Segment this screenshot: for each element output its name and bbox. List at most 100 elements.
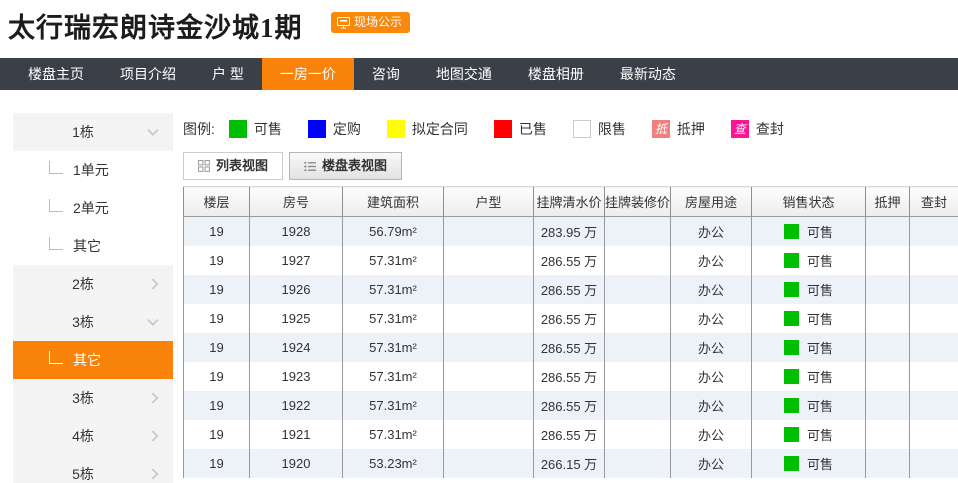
restricted-swatch bbox=[572, 120, 591, 138]
view-tabs: 列表视图 楼盘表视图 bbox=[183, 152, 958, 181]
nav-item-consult[interactable]: 咨询 bbox=[354, 58, 418, 90]
status-swatch bbox=[783, 397, 799, 413]
status-label: 可售 bbox=[806, 427, 833, 443]
chevron-down-icon bbox=[147, 124, 159, 137]
cell-seizure bbox=[909, 216, 958, 246]
status-label: 可售 bbox=[806, 282, 833, 298]
unit-price-table: 楼层 房号 建筑面积 户型 挂牌清水价 挂牌装修价 房屋用途 销售状态 抵押 查… bbox=[183, 186, 958, 478]
sidebar-item-other-selected[interactable]: 其它 bbox=[13, 341, 173, 379]
sidebar-item-building-5[interactable]: 5栋 bbox=[13, 455, 173, 483]
seizure-swatch: 查 bbox=[730, 120, 749, 138]
cell-room: 1924 bbox=[249, 332, 343, 362]
cell-mortgage bbox=[865, 419, 910, 449]
cell-unit-type bbox=[443, 303, 534, 333]
cell-sale-status: 可售 bbox=[751, 245, 866, 275]
cell-usage: 办公 bbox=[670, 303, 752, 333]
table-row: 19 1922 57.31m² 286.55 万 办公 可售 bbox=[183, 390, 958, 420]
cell-mortgage bbox=[865, 390, 910, 420]
nav-item-home[interactable]: 楼盘主页 bbox=[10, 58, 102, 90]
sidebar-item-label: 5栋 bbox=[72, 466, 94, 482]
sidebar-item-label: 2单元 bbox=[73, 200, 109, 216]
cell-seizure bbox=[909, 274, 958, 304]
sold-swatch bbox=[493, 120, 512, 138]
monitor-icon bbox=[337, 16, 350, 28]
cell-floor: 19 bbox=[183, 390, 250, 420]
status-swatch bbox=[783, 252, 799, 268]
sidebar-item-building-4[interactable]: 4栋 bbox=[13, 417, 173, 455]
cell-room: 1920 bbox=[249, 448, 343, 478]
table-row: 19 1927 57.31m² 286.55 万 办公 可售 bbox=[183, 245, 958, 275]
legend-label: 限售 bbox=[597, 121, 626, 137]
sidebar-item-label: 4栋 bbox=[72, 428, 94, 444]
cell-usage: 办公 bbox=[670, 390, 752, 420]
legend-label: 查封 bbox=[755, 121, 784, 137]
list-view-icon bbox=[304, 161, 317, 171]
cell-sale-status: 可售 bbox=[751, 448, 866, 478]
cell-base-price: 286.55 万 bbox=[533, 274, 605, 304]
tab-building-table-view[interactable]: 楼盘表视图 bbox=[289, 152, 403, 180]
legend-item-restricted: 限售 bbox=[572, 119, 626, 139]
cell-area: 56.79m² bbox=[342, 216, 444, 246]
sidebar-item-other-1[interactable]: 其它 bbox=[13, 227, 173, 265]
nav-item-price-per-unit[interactable]: 一房一价 bbox=[261, 58, 354, 90]
table-row: 19 1923 57.31m² 286.55 万 办公 可售 bbox=[183, 361, 958, 391]
nav-item-latest-news[interactable]: 最新动态 bbox=[602, 58, 694, 90]
col-area: 建筑面积 bbox=[342, 186, 444, 217]
tab-label: 列表视图 bbox=[216, 158, 269, 173]
nav-item-photo-album[interactable]: 楼盘相册 bbox=[510, 58, 602, 90]
main-content: 图例: 可售 定购 拟定合同 已售 限售 抵 抵押 查 查封 列表视图 楼盘表视… bbox=[183, 113, 958, 478]
tab-list-view[interactable]: 列表视图 bbox=[183, 152, 284, 180]
onsite-notice-badge[interactable]: 现场公示 bbox=[331, 12, 411, 33]
col-usage: 房屋用途 bbox=[670, 186, 752, 217]
sidebar-item-building-2[interactable]: 2栋 bbox=[13, 265, 173, 303]
cell-deco-price bbox=[604, 303, 671, 333]
status-label: 可售 bbox=[806, 253, 833, 269]
sidebar-item-building-3b[interactable]: 3栋 bbox=[13, 379, 173, 417]
cell-seizure bbox=[909, 390, 958, 420]
sidebar-item-label: 1单元 bbox=[73, 162, 109, 178]
cell-mortgage bbox=[865, 303, 910, 333]
cell-base-price: 283.95 万 bbox=[533, 216, 605, 246]
legend-item-sold: 已售 bbox=[493, 119, 547, 139]
cell-floor: 19 bbox=[183, 245, 250, 275]
sidebar-item-unit-2[interactable]: 2单元 bbox=[13, 189, 173, 227]
cell-usage: 办公 bbox=[670, 332, 752, 362]
cell-floor: 19 bbox=[183, 216, 250, 246]
cell-mortgage bbox=[865, 332, 910, 362]
sidebar-item-label: 其它 bbox=[73, 352, 101, 368]
nav-item-project-intro[interactable]: 项目介绍 bbox=[102, 58, 194, 90]
table-row: 19 1928 56.79m² 283.95 万 办公 可售 bbox=[183, 216, 958, 246]
top-navigation: 楼盘主页 项目介绍 户 型 一房一价 咨询 地图交通 楼盘相册 最新动态 bbox=[0, 58, 958, 90]
status-label: 可售 bbox=[806, 311, 833, 327]
chevron-down-icon bbox=[147, 314, 159, 327]
status-swatch bbox=[783, 339, 799, 355]
legend-item-available: 可售 bbox=[228, 119, 282, 139]
col-base-price: 挂牌清水价 bbox=[533, 186, 605, 217]
chevron-right-icon bbox=[147, 468, 159, 480]
cell-sale-status: 可售 bbox=[751, 216, 866, 246]
cell-deco-price bbox=[604, 332, 671, 362]
building-tree-sidebar: 1栋 1单元 2单元 其它 2栋 3栋 其它 3栋 4栋 5栋 bbox=[13, 113, 173, 483]
status-swatch bbox=[783, 281, 799, 297]
legend-item-mortgaged: 抵 抵押 bbox=[651, 119, 705, 139]
table-row: 19 1920 53.23m² 266.15 万 办公 可售 bbox=[183, 448, 958, 478]
sidebar-item-label: 2栋 bbox=[72, 276, 94, 292]
status-swatch bbox=[783, 455, 799, 471]
sidebar-item-unit-1[interactable]: 1单元 bbox=[13, 151, 173, 189]
status-label: 可售 bbox=[806, 340, 833, 356]
nav-item-unit-types[interactable]: 户 型 bbox=[194, 58, 262, 90]
cell-unit-type bbox=[443, 216, 534, 246]
status-label: 可售 bbox=[806, 369, 833, 385]
cell-mortgage bbox=[865, 274, 910, 304]
sidebar-item-building-3[interactable]: 3栋 bbox=[13, 303, 173, 341]
sidebar-item-building-1[interactable]: 1栋 bbox=[13, 113, 173, 151]
page: 太行瑞宏朗诗金沙城1期 现场公示 楼盘主页 项目介绍 户 型 一房一价 咨询 地… bbox=[0, 0, 958, 483]
legend-label: 拟定合同 bbox=[411, 121, 468, 137]
nav-item-map-transport[interactable]: 地图交通 bbox=[418, 58, 510, 90]
cell-base-price: 286.55 万 bbox=[533, 332, 605, 362]
sidebar-item-label: 1栋 bbox=[72, 124, 94, 140]
status-swatch bbox=[783, 223, 799, 239]
status-swatch bbox=[783, 310, 799, 326]
col-deco-price: 挂牌装修价 bbox=[604, 186, 671, 217]
col-sale-status: 销售状态 bbox=[751, 186, 866, 217]
